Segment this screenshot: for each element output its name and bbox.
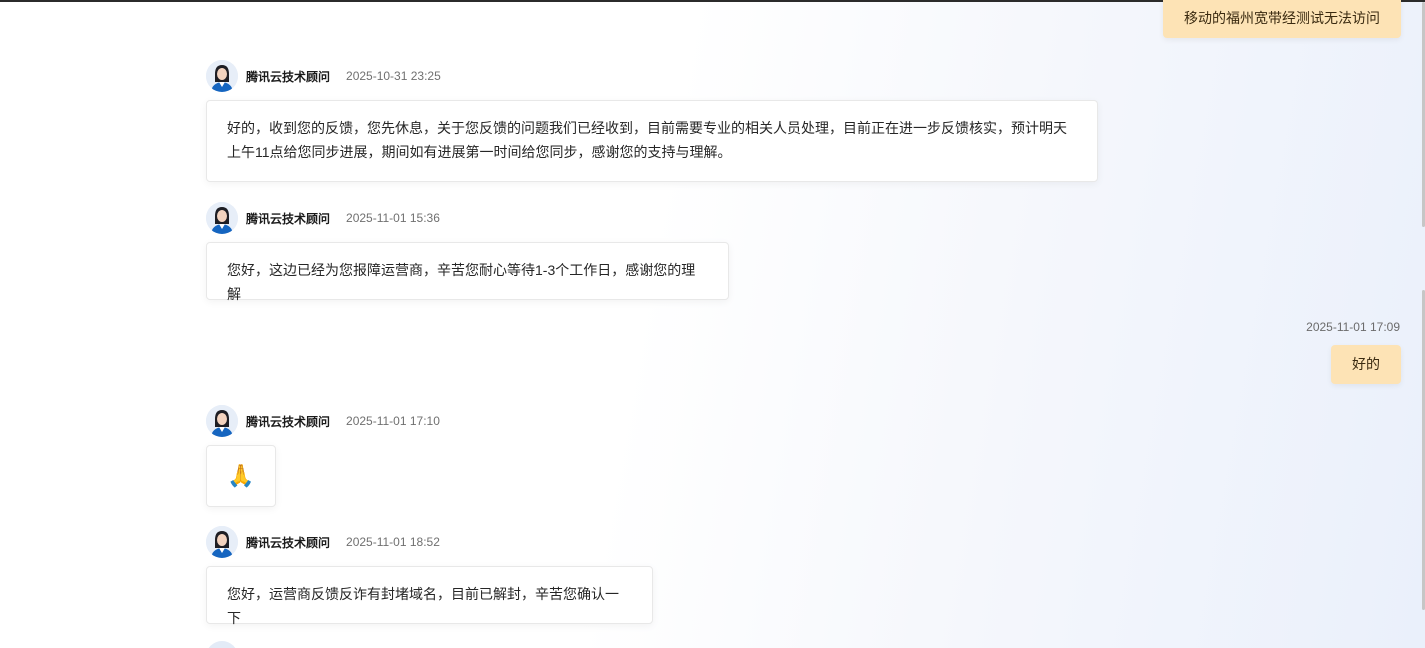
agent-avatar-icon (206, 60, 238, 92)
agent-message: 腾讯云技术顾问 2025-11-01 15:36 您好，这边已经为您报障运营商，… (206, 202, 729, 302)
message-time: 2025-10-31 23:25 (346, 69, 441, 83)
agent-message-bubble: 您好，运营商反馈反诈有封堵域名，目前已解封，辛苦您确认一下 (206, 566, 653, 626)
agent-emoji-bubble: 🙏 (206, 445, 276, 507)
message-header: 腾讯云技术顾问 2025-11-01 18:52 (206, 526, 653, 558)
agent-message: 腾讯云技术顾问 2025-10-31 23:25 好的，收到您的反馈，您先休息，… (206, 60, 1098, 182)
sender-name: 腾讯云技术顾问 (246, 69, 331, 84)
agent-avatar-icon (206, 202, 238, 234)
praying-hands-emoji-icon: 🙏 (227, 463, 255, 488)
message-time: 2025-11-01 17:10 (346, 414, 440, 428)
agent-message-bubble: 您好，这边已经为您报障运营商，辛苦您耐心等待1-3个工作日，感谢您的理解 (206, 242, 729, 302)
agent-avatar-icon (206, 641, 238, 648)
agent-message-text: 您好，运营商反馈反诈有封堵域名，目前已解封，辛苦您确认一下 (227, 586, 619, 626)
user-message-bubble: 好的 (1331, 345, 1401, 384)
scrollbar[interactable] (1421, 0, 1425, 648)
user-message-text: 好的 (1352, 356, 1380, 372)
sender-name: 腾讯云技术顾问 (246, 211, 331, 226)
agent-message-text: 好的，收到您的反馈，您先休息，关于您反馈的问题我们已经收到，目前需要专业的相关人… (227, 120, 1067, 160)
agent-avatar-icon (206, 526, 238, 558)
agent-message: 腾讯云技术顾问 2025-11-01 17:10 🙏 (206, 405, 440, 507)
agent-avatar-icon (206, 405, 238, 437)
agent-message-text: 您好，这边已经为您报障运营商，辛苦您耐心等待1-3个工作日，感谢您的理解 (227, 262, 696, 302)
agent-message-bubble: 好的，收到您的反馈，您先休息，关于您反馈的问题我们已经收到，目前需要专业的相关人… (206, 100, 1098, 182)
message-header: 腾讯云技术顾问 2025-11-01 15:36 (206, 202, 729, 234)
message-time: 2025-11-01 15:36 (346, 211, 440, 225)
sender-name: 腾讯云技术顾问 (246, 414, 331, 429)
user-message-bubble: 移动的福州宽带经测试无法访问 (1163, 0, 1401, 38)
user-message-text: 移动的福州宽带经测试无法访问 (1184, 10, 1380, 26)
message-header: 腾讯云技术顾问 2025-10-31 23:25 (206, 60, 1098, 92)
message-header: 腾讯云技术顾问 2025-11-01 17:10 (206, 405, 440, 437)
message-time: 2025-11-01 18:52 (346, 535, 440, 549)
user-message-time: 2025-11-01 17:09 (1306, 320, 1400, 334)
agent-message: 腾讯云技术顾问 2025-11-01 18:52 您好，运营商反馈反诈有封堵域名… (206, 526, 653, 626)
sender-name: 腾讯云技术顾问 (246, 535, 331, 550)
